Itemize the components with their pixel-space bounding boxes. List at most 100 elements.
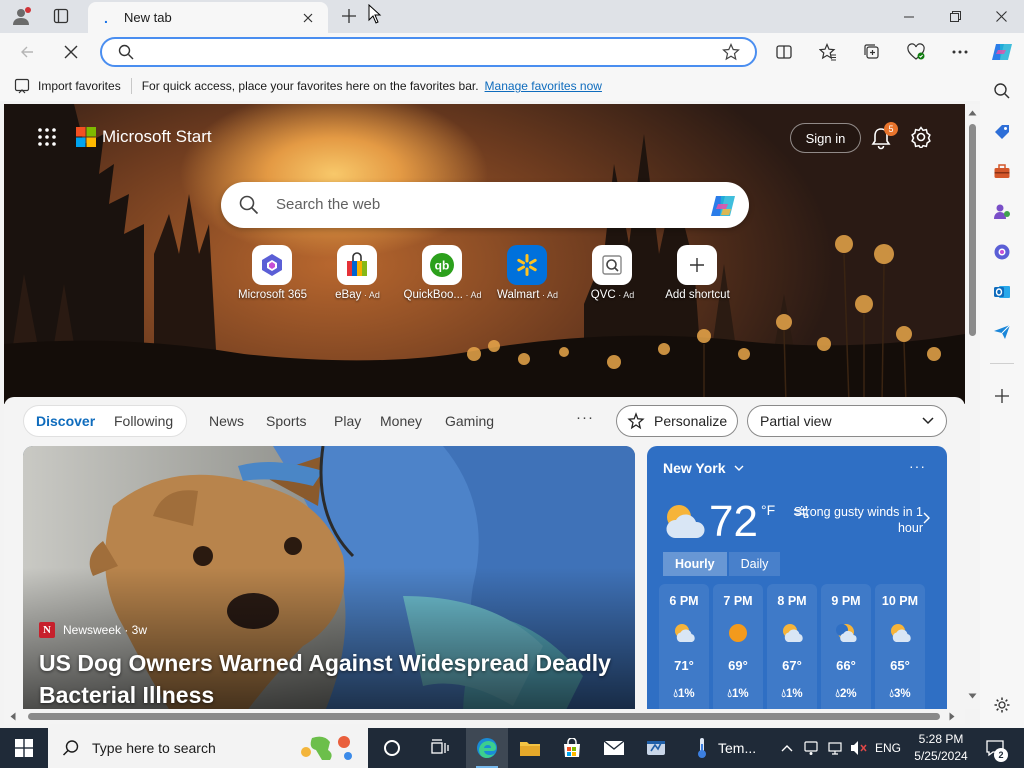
tab-play[interactable]: Play bbox=[334, 413, 361, 429]
file-explorer-icon[interactable] bbox=[510, 728, 550, 768]
tab-money[interactable]: Money bbox=[380, 413, 422, 429]
app-taskbar-icon[interactable] bbox=[636, 728, 676, 768]
browser-essentials-icon[interactable] bbox=[901, 37, 931, 67]
page-view-select[interactable]: Partial view bbox=[747, 405, 947, 437]
hour-time: 9 PM bbox=[831, 594, 861, 608]
windows-logo-icon bbox=[15, 739, 33, 757]
horizontal-scrollbar[interactable] bbox=[4, 709, 965, 724]
settings-more-icon[interactable] bbox=[945, 37, 975, 67]
page-settings-gear-icon[interactable] bbox=[910, 126, 932, 150]
hour-column[interactable]: 7 PM 69° 💧︎1% bbox=[713, 584, 763, 709]
tab-hourly[interactable]: Hourly bbox=[663, 552, 727, 576]
mouse-cursor-icon bbox=[362, 2, 388, 26]
tab-new-tab[interactable]: . New tab bbox=[88, 2, 328, 33]
sidebar-settings-icon[interactable] bbox=[988, 691, 1016, 719]
tab-actions-icon[interactable] bbox=[48, 4, 74, 28]
tab-following[interactable]: Following bbox=[114, 413, 173, 429]
shortcut-microsoft-365[interactable]: Microsoft 365 bbox=[230, 245, 315, 305]
weather-more-icon[interactable]: ··· bbox=[909, 458, 926, 474]
tab-daily[interactable]: Daily bbox=[728, 552, 781, 576]
shortcut-ebay[interactable]: eBay · Ad bbox=[315, 245, 400, 305]
top-story-card[interactable]: N Newsweek · 3w US Dog Owners Warned Aga… bbox=[23, 446, 635, 709]
weather-location[interactable]: New York bbox=[663, 460, 744, 476]
add-shortcut-button[interactable]: Add shortcut bbox=[655, 245, 740, 305]
task-view-icon[interactable] bbox=[420, 728, 460, 768]
address-bar[interactable] bbox=[100, 37, 757, 67]
scroll-up-arrow-icon[interactable] bbox=[968, 110, 977, 116]
volume-muted-icon[interactable] bbox=[848, 728, 870, 768]
shortcut-qvc[interactable]: QVC · Ad bbox=[570, 245, 655, 305]
sidebar-tools-icon[interactable] bbox=[988, 158, 1016, 186]
sidebar-add-icon[interactable] bbox=[988, 382, 1016, 410]
minimize-button[interactable] bbox=[886, 0, 932, 33]
import-favorites-button[interactable]: Import favorites bbox=[14, 78, 121, 94]
network-icon[interactable] bbox=[824, 728, 846, 768]
apps-launcher-icon[interactable] bbox=[38, 128, 56, 149]
taskbar-clock[interactable]: 5:28 PM 5/25/2024 bbox=[906, 731, 976, 765]
weather-alert[interactable]: Strong gusty winds in 1 hour bbox=[793, 504, 923, 536]
story-source[interactable]: N Newsweek · 3w bbox=[39, 622, 147, 638]
personalize-button[interactable]: Personalize bbox=[616, 405, 738, 437]
scroll-right-arrow-icon[interactable] bbox=[949, 712, 955, 721]
story-headline[interactable]: US Dog Owners Warned Against Widespread … bbox=[39, 647, 629, 709]
sidebar-shopping-icon[interactable] bbox=[988, 118, 1016, 146]
hour-column[interactable]: 6 PM 71° 💧︎1% bbox=[659, 584, 709, 709]
scroll-left-arrow-icon[interactable] bbox=[10, 712, 16, 721]
sign-in-button[interactable]: Sign in bbox=[790, 123, 861, 153]
hour-column[interactable]: 9 PM 66° 💧︎2% bbox=[821, 584, 871, 709]
close-window-button[interactable] bbox=[978, 0, 1024, 33]
temp-app-taskbar-button[interactable]: Tem... bbox=[690, 728, 774, 768]
tab-gaming[interactable]: Gaming bbox=[445, 413, 494, 429]
weather-card[interactable]: New York ··· 72 °F Strong gusty winds in… bbox=[647, 446, 947, 709]
sidebar-drop-icon[interactable] bbox=[988, 318, 1016, 346]
shortcut-label: QuickBoo... bbox=[403, 289, 463, 301]
stop-loading-button[interactable] bbox=[56, 37, 86, 67]
tab-news[interactable]: News bbox=[209, 413, 244, 429]
back-button[interactable] bbox=[12, 37, 42, 67]
microsoft-store-icon[interactable] bbox=[552, 728, 592, 768]
close-tab-icon[interactable] bbox=[298, 8, 318, 28]
web-search-box[interactable]: Search the web bbox=[221, 182, 749, 228]
vertical-scroll-thumb[interactable] bbox=[969, 124, 976, 336]
vertical-scrollbar[interactable] bbox=[965, 104, 980, 709]
edge-taskbar-icon[interactable] bbox=[466, 728, 508, 768]
tab-discover[interactable]: Discover bbox=[36, 413, 95, 429]
favorite-star-icon[interactable] bbox=[722, 43, 740, 64]
horizontal-scroll-thumb[interactable] bbox=[28, 713, 940, 720]
sidebar-outlook-icon[interactable] bbox=[988, 278, 1016, 306]
hour-column[interactable]: 10 PM 65° 💧︎3% bbox=[875, 584, 925, 709]
hour-column[interactable]: 8 PM 67° 💧︎1% bbox=[767, 584, 817, 709]
scroll-down-arrow-icon[interactable] bbox=[968, 693, 977, 699]
copilot-icon[interactable] bbox=[987, 37, 1017, 67]
svg-text:qb: qb bbox=[435, 259, 450, 273]
shortcut-quickbooks[interactable]: qb QuickBoo... · Ad bbox=[400, 245, 485, 305]
copilot-icon[interactable] bbox=[709, 193, 737, 222]
chevron-down-icon bbox=[922, 417, 934, 425]
tab-sports[interactable]: Sports bbox=[266, 413, 306, 429]
cortana-icon[interactable] bbox=[372, 728, 412, 768]
sidebar-microsoft365-icon[interactable] bbox=[988, 238, 1016, 266]
split-screen-icon[interactable] bbox=[769, 37, 799, 67]
manage-favorites-link[interactable]: Manage favorites now bbox=[485, 79, 602, 93]
microsoft-start-logo[interactable]: Microsoft Start bbox=[76, 127, 212, 147]
sidebar-search-icon[interactable] bbox=[988, 77, 1016, 105]
chevron-right-icon[interactable] bbox=[923, 512, 931, 524]
start-button[interactable] bbox=[0, 728, 48, 768]
temperature-unit[interactable]: °F bbox=[761, 502, 775, 518]
notification-center-icon[interactable]: 2 bbox=[980, 728, 1010, 768]
profile-icon[interactable] bbox=[8, 4, 34, 28]
sidebar-games-icon[interactable] bbox=[988, 198, 1016, 226]
mail-icon[interactable] bbox=[594, 728, 634, 768]
collections-icon[interactable] bbox=[857, 37, 887, 67]
restore-button[interactable] bbox=[932, 0, 978, 33]
show-hidden-icons-chevron-icon[interactable] bbox=[778, 728, 796, 768]
input-language[interactable]: ENG bbox=[872, 728, 904, 768]
address-input[interactable] bbox=[146, 43, 706, 61]
device-icon[interactable] bbox=[800, 728, 822, 768]
new-tab-button[interactable] bbox=[336, 4, 362, 28]
taskbar-search-box[interactable]: Type here to search bbox=[48, 728, 368, 768]
shortcut-walmart[interactable]: Walmart · Ad bbox=[485, 245, 570, 305]
favorites-icon[interactable] bbox=[813, 37, 843, 67]
more-categories-icon[interactable]: ··· bbox=[576, 409, 594, 426]
story-source-label: Newsweek · 3w bbox=[63, 623, 148, 637]
